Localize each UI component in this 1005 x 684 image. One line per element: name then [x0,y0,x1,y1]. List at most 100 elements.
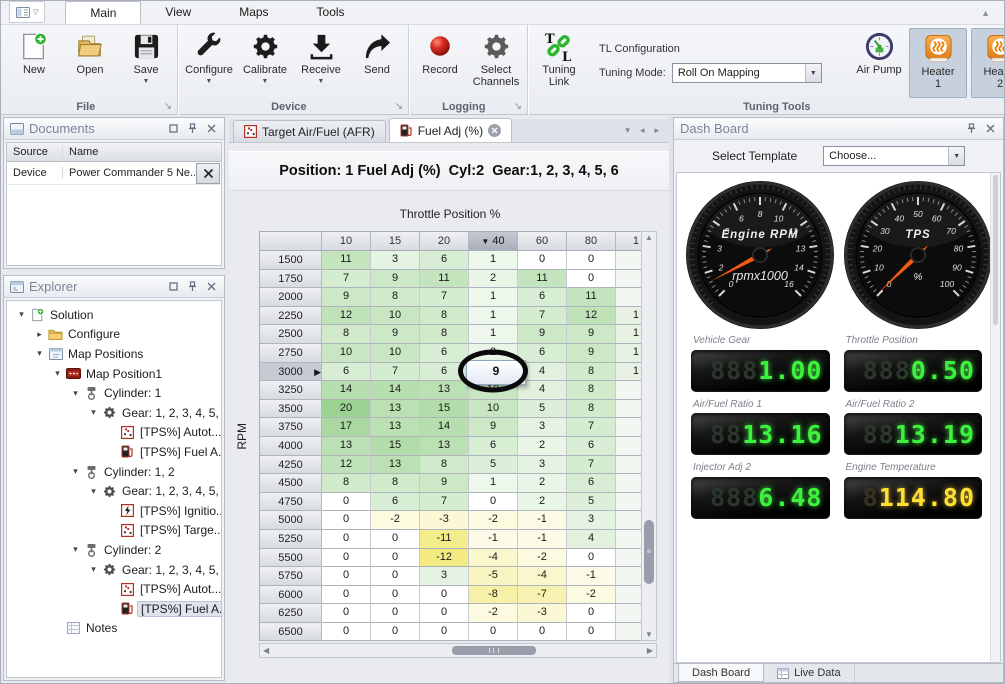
table-cell[interactable]: 9 [469,418,518,437]
column-header[interactable]: 15 [371,232,420,251]
heater-2-button[interactable]: Heater 2 [971,28,1005,98]
table-cell[interactable]: -2 [518,549,567,568]
row-header[interactable]: 2500 [260,325,322,344]
table-cell[interactable]: 5 [518,400,567,419]
table-cell-clipped[interactable] [616,623,642,642]
table-cell[interactable]: -1 [518,511,567,530]
pin-icon[interactable] [185,123,199,134]
vertical-scrollbar[interactable]: ▲ ≡ ▼ [641,231,657,641]
table-cell-clipped[interactable] [616,604,642,623]
table-cell[interactable]: 2 [518,493,567,512]
table-cell[interactable]: 10 [322,344,371,363]
table-cell-clipped[interactable] [616,511,642,530]
table-cell-clipped[interactable] [616,567,642,586]
tree-item[interactable]: [TPS%] Ignitio... [7,501,221,521]
tree-collapsed-icon[interactable]: ▸ [33,329,46,340]
table-cell[interactable]: 8 [420,325,469,344]
table-cell[interactable]: 10 [371,344,420,363]
editor-tab[interactable]: Target Air/Fuel (AFR) [233,120,386,142]
table-cell[interactable]: 6 [567,474,616,493]
table-cell[interactable]: 0 [322,623,371,642]
row-header[interactable]: 3500 [260,400,322,419]
row-header[interactable]: 1500 [260,251,322,270]
chevron-down-icon[interactable]: ▼ [805,64,821,82]
row-header[interactable]: 4000 [260,437,322,456]
open-button[interactable]: Open [62,27,118,99]
table-cell-clipped[interactable] [616,493,642,512]
calibrate-button[interactable]: Calibrate▼ [237,27,293,99]
table-cell[interactable]: 8 [420,456,469,475]
column-header-selected[interactable]: ▼40 [469,232,518,251]
table-cell[interactable]: 7 [322,270,371,289]
table-cell[interactable]: 6 [371,493,420,512]
table-cell[interactable]: 3 [567,511,616,530]
table-cell[interactable]: 7 [420,493,469,512]
table-cell[interactable]: 9 [371,270,420,289]
table-cell[interactable]: 6 [518,288,567,307]
row-header[interactable]: 6250 [260,604,322,623]
table-cell[interactable]: 5 [469,456,518,475]
column-header[interactable]: 10 [322,232,371,251]
table-cell[interactable]: 11 [322,251,371,270]
maximize-icon[interactable] [166,124,180,133]
close-icon[interactable] [204,282,218,291]
table-cell[interactable]: 0 [518,623,567,642]
tree-item[interactable]: [TPS%] Fuel A... [7,599,221,619]
tab-next-icon[interactable]: ▸ [654,125,659,136]
table-cell[interactable]: 12 [567,307,616,326]
table-cell[interactable]: 13 [371,418,420,437]
table-cell[interactable]: 8 [567,400,616,419]
table-cell[interactable]: -7 [518,586,567,605]
tree-item[interactable]: ▾ Gear: 1, 2, 3, 4, 5, 6 [7,481,221,501]
table-cell[interactable]: 1 [469,288,518,307]
table-cell[interactable]: -11 [420,530,469,549]
table-cell[interactable]: 0 [371,567,420,586]
table-cell-clipped[interactable] [616,270,642,289]
tree-item[interactable]: ▾ Cylinder: 1, 2 [7,462,221,482]
new-button[interactable]: New [6,27,62,99]
tree-item[interactable]: [TPS%] Autot... [7,579,221,599]
maximize-icon[interactable] [166,282,180,291]
table-cell[interactable]: -12 [420,549,469,568]
table-cell[interactable]: 2 [518,474,567,493]
table-cell[interactable]: -2 [469,604,518,623]
tab-menu-icon[interactable]: ▾ [625,125,630,136]
table-cell[interactable]: 20 [322,400,371,419]
table-cell[interactable]: -2 [371,511,420,530]
ribbon-tab-maps[interactable]: Maps [215,1,292,24]
scrollbar-thumb[interactable]: ≡ [644,520,654,584]
table-cell[interactable]: 9 [322,288,371,307]
table-cell[interactable]: 15 [420,400,469,419]
selected-cell[interactable]: 9 [469,363,518,382]
tree-item[interactable]: ▾ Gear: 1, 2, 3, 4, 5, 6 [7,560,221,580]
table-cell-clipped[interactable] [616,251,642,270]
table-cell[interactable]: 0 [371,586,420,605]
table-cell-clipped[interactable] [616,549,642,568]
table-cell[interactable]: 8 [322,474,371,493]
close-icon[interactable] [204,124,218,133]
table-cell[interactable]: 0 [567,623,616,642]
table-cell[interactable]: 0 [469,623,518,642]
tree-expanded-icon[interactable]: ▾ [15,309,28,320]
table-cell[interactable]: 0 [322,549,371,568]
scrollbar-thumb[interactable] [452,646,536,655]
table-cell[interactable]: 9 [420,474,469,493]
table-cell[interactable]: 1 [469,474,518,493]
tree-item[interactable]: ▾ Cylinder: 1 [7,383,221,403]
record-button[interactable]: Record [412,27,468,99]
row-header[interactable]: 6000 [260,586,322,605]
row-header[interactable]: 4750 [260,493,322,512]
dashboard-scrollbar[interactable] [990,173,1000,662]
table-cell[interactable]: 0 [420,604,469,623]
table-cell[interactable]: 3 [518,418,567,437]
column-header[interactable]: 20 [420,232,469,251]
dialog-launcher-icon[interactable]: ↘ [164,102,172,112]
table-cell[interactable]: 0 [322,567,371,586]
table-cell[interactable]: 0 [518,251,567,270]
tree-item[interactable]: ▾ Map Positions [7,344,221,364]
table-cell[interactable]: 9 [567,325,616,344]
quick-access-icon[interactable]: ▽ [9,1,45,23]
tree-expanded-icon[interactable]: ▾ [69,544,82,555]
scroll-left-icon[interactable]: ◀ [263,646,269,655]
pin-icon[interactable] [185,281,199,292]
